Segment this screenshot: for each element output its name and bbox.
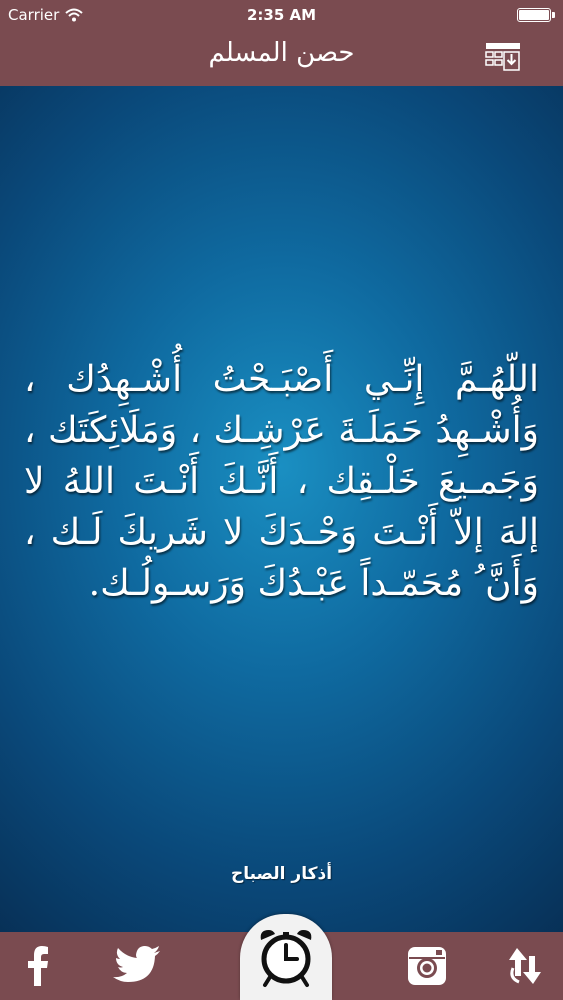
status-time: 2:35 AM [246,6,317,24]
dua-text: اللّهُـمَّ إِنِّـي أَصْبَـحْتُ أُشْـهِدُ… [24,359,539,604]
share-arrows-icon[interactable] [490,932,560,1000]
instagram-icon[interactable] [392,932,462,1000]
twitter-icon[interactable] [102,932,172,1000]
app-screen: Carrier 2:35 AM حصن المسلم اللّهُـمَّ إِ… [0,0,563,1000]
facebook-icon[interactable] [2,932,72,1000]
dua-content-area: اللّهُـمَّ إِنِّـي أَصْبَـحْتُ أُشْـهِدُ… [0,86,563,932]
status-bar: Carrier 2:35 AM [0,0,563,30]
section-label: أذكار الصباح [230,864,333,884]
top-bar: Carrier 2:35 AM حصن المسلم [0,0,563,86]
list-download-icon[interactable] [485,42,521,72]
battery-icon [517,8,555,22]
alarm-clock-icon[interactable] [240,914,332,1000]
page-title: حصن المسلم [208,38,355,68]
